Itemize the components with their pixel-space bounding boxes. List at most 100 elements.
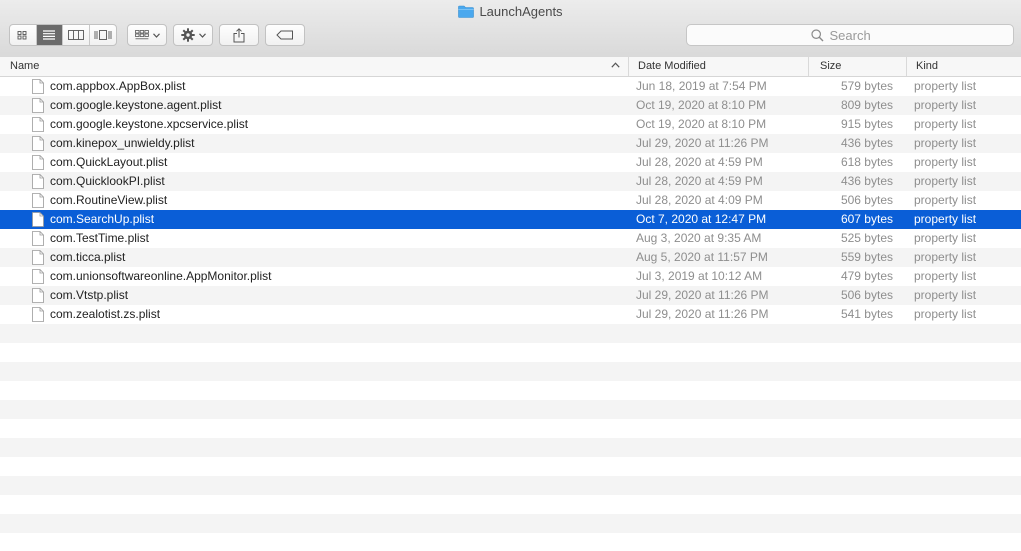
file-size: 559 bytes [840, 250, 893, 264]
file-row[interactable]: com.TestTime.plist Aug 3, 2020 at 9:35 A… [0, 229, 1021, 248]
file-row[interactable]: com.Vtstp.plist Jul 29, 2020 at 11:26 PM… [0, 286, 1021, 305]
empty-row [0, 495, 1021, 514]
column-view-button[interactable] [63, 25, 90, 45]
file-row[interactable]: com.unionsoftwareonline.AppMonitor.plist… [0, 267, 1021, 286]
document-icon [32, 307, 44, 328]
file-kind: property list [914, 307, 977, 321]
column-header-size[interactable]: Size [808, 57, 906, 76]
file-row[interactable]: com.zealotist.zs.plist Jul 29, 2020 at 1… [0, 305, 1021, 324]
file-row[interactable]: com.QuicklookPI.plist Jul 28, 2020 at 4:… [0, 172, 1021, 191]
column-header-kind[interactable]: Kind [906, 57, 1021, 76]
file-kind: property list [914, 174, 977, 188]
file-size: 479 bytes [840, 269, 893, 283]
column-header-name[interactable]: Name [0, 57, 628, 76]
file-name: com.appbox.AppBox.plist [50, 79, 186, 93]
tag-icon [276, 30, 293, 40]
file-date-modified: Jul 29, 2020 at 11:26 PM [636, 307, 769, 321]
empty-row [0, 400, 1021, 419]
group-by-button[interactable] [127, 24, 167, 46]
window-title: LaunchAgents [0, 4, 1021, 21]
empty-row [0, 514, 1021, 533]
columns-icon [67, 30, 84, 40]
share-button[interactable] [219, 24, 259, 46]
file-kind: property list [914, 250, 977, 264]
action-button[interactable] [173, 24, 213, 46]
file-row[interactable]: com.appbox.AppBox.plist Jun 18, 2019 at … [0, 77, 1021, 96]
empty-row [0, 343, 1021, 362]
file-date-modified: Jul 3, 2019 at 10:12 AM [636, 269, 763, 283]
chevron-down-icon [152, 32, 160, 38]
file-name: com.ticca.plist [50, 250, 126, 264]
file-size: 436 bytes [840, 174, 893, 188]
view-mode-control [9, 24, 117, 46]
empty-row [0, 419, 1021, 438]
file-name: com.unionsoftwareonline.AppMonitor.plist [50, 269, 272, 283]
file-date-modified: Oct 19, 2020 at 8:10 PM [636, 98, 767, 112]
cover-flow-view-button[interactable] [90, 25, 116, 45]
finder-window: LaunchAgents Search Name Date Modified S… [0, 0, 1021, 551]
empty-row [0, 362, 1021, 381]
column-header-date[interactable]: Date Modified [628, 57, 808, 76]
file-name: com.google.keystone.xpcservice.plist [50, 117, 249, 131]
file-size: 506 bytes [840, 288, 893, 302]
search-field[interactable] [686, 24, 1014, 46]
file-row[interactable]: com.RoutineView.plist Jul 28, 2020 at 4:… [0, 191, 1021, 210]
icon-view-button[interactable] [10, 25, 37, 45]
group-grid-icon [134, 30, 149, 40]
empty-row [0, 381, 1021, 400]
column-header-size-label: Size [820, 60, 842, 72]
file-row[interactable]: com.ticca.plist Aug 5, 2020 at 11:57 PM … [0, 248, 1021, 267]
file-date-modified: Jun 18, 2019 at 7:54 PM [636, 79, 767, 93]
file-kind: property list [914, 212, 977, 226]
file-name: com.Vtstp.plist [50, 288, 129, 302]
file-date-modified: Jul 28, 2020 at 4:59 PM [636, 174, 763, 188]
file-row[interactable]: com.google.keystone.agent.plist Oct 19, … [0, 96, 1021, 115]
file-kind: property list [914, 269, 977, 283]
sort-ascending-chevron-icon [611, 62, 620, 68]
file-size: 915 bytes [840, 117, 893, 131]
search-input[interactable] [829, 27, 890, 43]
file-date-modified: Jul 28, 2020 at 4:59 PM [636, 155, 763, 169]
file-name: com.kinepox_unwieldy.plist [50, 136, 195, 150]
file-date-modified: Jul 29, 2020 at 11:26 PM [636, 136, 769, 150]
file-name: com.QuicklookPI.plist [50, 174, 165, 188]
empty-row [0, 438, 1021, 457]
file-date-modified: Jul 29, 2020 at 11:26 PM [636, 288, 769, 302]
chevron-down-icon [198, 32, 206, 38]
search-icon [810, 28, 823, 41]
column-header: Name Date Modified Size Kind [0, 57, 1021, 77]
file-size: 809 bytes [840, 98, 893, 112]
file-kind: property list [914, 155, 977, 169]
file-date-modified: Jul 28, 2020 at 4:09 PM [636, 193, 763, 207]
toolbar: LaunchAgents [0, 0, 1021, 58]
file-row[interactable]: com.SearchUp.plist Oct 7, 2020 at 12:47 … [0, 210, 1021, 229]
file-name: com.RoutineView.plist [50, 193, 168, 207]
file-date-modified: Oct 19, 2020 at 8:10 PM [636, 117, 767, 131]
file-name: com.zealotist.zs.plist [50, 307, 161, 321]
file-name: com.TestTime.plist [50, 231, 149, 245]
file-kind: property list [914, 117, 977, 131]
file-name: com.SearchUp.plist [50, 212, 155, 226]
empty-row [0, 533, 1021, 551]
folder-icon [458, 5, 475, 21]
empty-row [0, 476, 1021, 495]
empty-row [0, 457, 1021, 476]
file-size: 525 bytes [840, 231, 893, 245]
share-icon [233, 27, 245, 42]
file-name: com.google.keystone.agent.plist [50, 98, 222, 112]
file-kind: property list [914, 231, 977, 245]
file-size: 607 bytes [840, 212, 893, 226]
file-kind: property list [914, 193, 977, 207]
file-row[interactable]: com.google.keystone.xpcservice.plist Oct… [0, 115, 1021, 134]
file-size: 579 bytes [840, 79, 893, 93]
icon-grid-icon [17, 30, 27, 39]
file-row[interactable]: com.kinepox_unwieldy.plist Jul 29, 2020 … [0, 134, 1021, 153]
file-row[interactable]: com.QuickLayout.plist Jul 28, 2020 at 4:… [0, 153, 1021, 172]
edit-tags-button[interactable] [265, 24, 305, 46]
file-name: com.QuickLayout.plist [50, 155, 168, 169]
file-size: 541 bytes [840, 307, 893, 321]
window-title-text: LaunchAgents [479, 4, 563, 19]
column-header-date-label: Date Modified [638, 60, 706, 72]
list-view-button[interactable] [36, 25, 63, 45]
file-kind: property list [914, 98, 977, 112]
